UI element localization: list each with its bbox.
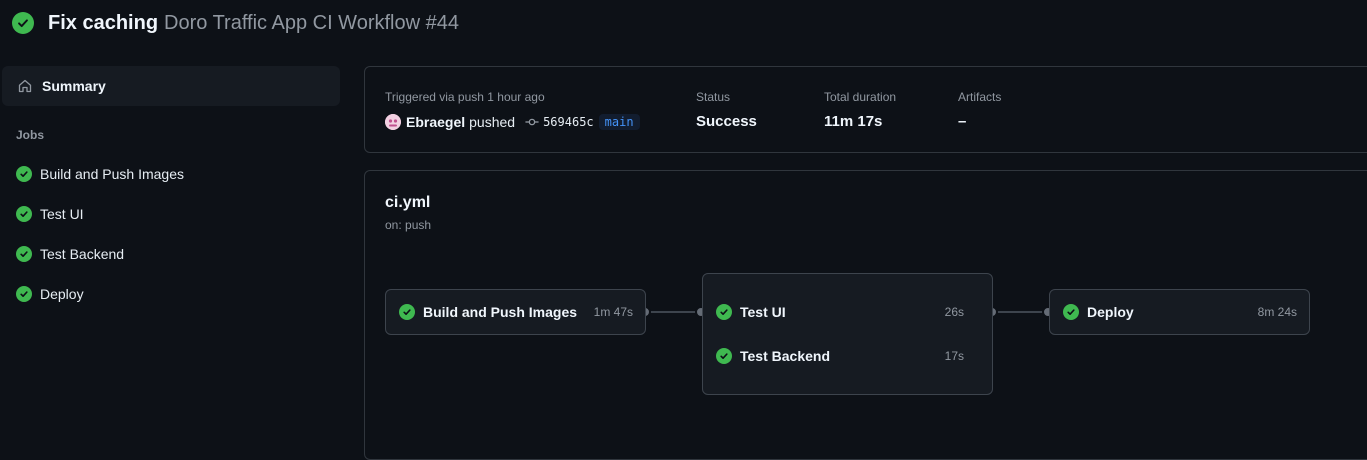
sidebar-item-deploy[interactable]: Deploy bbox=[16, 284, 84, 304]
git-commit-icon bbox=[525, 118, 539, 126]
commit-sha-link[interactable]: 569465c bbox=[543, 115, 594, 129]
sidebar-item-label: Summary bbox=[42, 78, 106, 94]
sidebar-item-build-and-push-images[interactable]: Build and Push Images bbox=[16, 164, 184, 184]
home-icon bbox=[18, 79, 32, 93]
job-row-test-backend[interactable]: Test Backend 17s bbox=[703, 346, 992, 366]
branch-badge[interactable]: main bbox=[598, 114, 640, 130]
check-circle-icon bbox=[399, 304, 415, 320]
check-circle-icon bbox=[1063, 304, 1079, 320]
job-duration: 17s bbox=[944, 349, 964, 363]
workflow-run-name: Doro Traffic App CI Workflow #44 bbox=[164, 11, 459, 34]
status-label: Status bbox=[696, 90, 731, 104]
job-name: Test UI bbox=[740, 304, 786, 320]
job-row-test-ui[interactable]: Test UI 26s bbox=[703, 302, 992, 322]
run-commit-message: Fix caching bbox=[48, 11, 159, 34]
check-circle-icon bbox=[716, 304, 732, 320]
workflow-graph-panel: ci.yml on: push Build and Push Images 1m… bbox=[364, 170, 1367, 460]
graph-connector bbox=[993, 311, 1049, 313]
job-duration: 8m 24s bbox=[1257, 305, 1297, 319]
job-group-tests: Test UI 26s Test Backend 17s bbox=[702, 273, 993, 395]
job-name: Deploy bbox=[1087, 304, 1134, 320]
avatar[interactable] bbox=[385, 114, 401, 130]
sidebar-item-label: Build and Push Images bbox=[40, 166, 184, 182]
check-circle-icon bbox=[16, 246, 32, 262]
action-text: pushed bbox=[469, 114, 516, 130]
workflow-trigger: on: push bbox=[385, 218, 432, 232]
job-name: Test Backend bbox=[740, 348, 830, 364]
check-circle-icon bbox=[16, 286, 32, 302]
job-duration: 1m 47s bbox=[593, 305, 633, 319]
job-duration: 26s bbox=[944, 305, 964, 319]
run-summary-panel: Triggered via push 1 hour ago Ebraegel p… bbox=[364, 66, 1367, 153]
run-title: Fix caching Doro Traffic App CI Workflow… bbox=[12, 9, 459, 37]
check-circle-icon bbox=[716, 348, 732, 364]
check-circle-icon bbox=[16, 166, 32, 182]
trigger-label: Triggered via push 1 hour ago bbox=[385, 90, 545, 104]
job-card-build-and-push-images[interactable]: Build and Push Images 1m 47s bbox=[385, 289, 646, 335]
artifacts-value: – bbox=[958, 113, 967, 130]
check-circle-icon bbox=[16, 206, 32, 222]
job-card-deploy[interactable]: Deploy 8m 24s bbox=[1049, 289, 1310, 335]
artifacts-label: Artifacts bbox=[958, 90, 1002, 104]
status-value: Success bbox=[696, 113, 757, 130]
job-row: Deploy 8m 24s bbox=[1050, 302, 1309, 322]
workflow-file-name[interactable]: ci.yml bbox=[385, 194, 430, 212]
sidebar-item-test-backend[interactable]: Test Backend bbox=[16, 244, 124, 264]
sidebar-item-label: Test UI bbox=[40, 206, 84, 222]
author-link[interactable]: Ebraegel bbox=[406, 114, 465, 130]
check-circle-icon bbox=[12, 12, 34, 34]
sidebar-item-summary[interactable]: Summary bbox=[2, 66, 340, 106]
duration-label: Total duration bbox=[824, 90, 897, 104]
sidebar-item-test-ui[interactable]: Test UI bbox=[16, 204, 84, 224]
sidebar-item-label: Test Backend bbox=[40, 246, 125, 262]
duration-value: 11m 17s bbox=[824, 113, 883, 130]
jobs-heading: Jobs bbox=[16, 128, 45, 142]
sidebar-item-label: Deploy bbox=[40, 286, 84, 302]
job-name: Build and Push Images bbox=[423, 304, 578, 320]
trigger-details: Ebraegel pushed 569465c main bbox=[385, 114, 640, 130]
job-row: Build and Push Images 1m 47s bbox=[386, 302, 645, 322]
graph-connector bbox=[646, 311, 702, 313]
